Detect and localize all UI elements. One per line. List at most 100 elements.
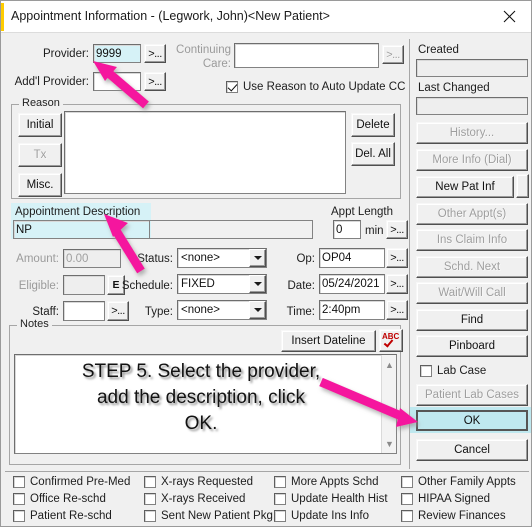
reason-del-all-button[interactable]: Del. All: [351, 142, 395, 166]
panel-divider: [409, 39, 410, 469]
reason-delete-button[interactable]: Delete: [351, 113, 395, 137]
created-value: [416, 59, 528, 77]
op-input[interactable]: OP04: [319, 248, 385, 268]
checkbox-box: [13, 510, 25, 522]
other-appts-button: Other Appt(s): [416, 203, 528, 225]
checkbox-label: More Appts Schd: [291, 476, 379, 488]
time-input[interactable]: 2:40pm: [319, 300, 385, 320]
provider-input[interactable]: 9999: [93, 44, 141, 63]
reason-group-label: Reason: [19, 98, 63, 109]
amount-label: Amount:: [16, 253, 59, 265]
find-button[interactable]: Find: [416, 309, 528, 331]
checkbox-label: Update Health Hist: [291, 493, 388, 505]
last-changed-value: [416, 97, 528, 115]
last-changed-label: Last Changed: [418, 82, 490, 94]
op-label: Op:: [296, 253, 315, 265]
checkbox-label: Sent New Patient Pkg: [161, 510, 273, 522]
addl-provider-label: Add'l Provider:: [14, 76, 89, 88]
window-title: Appointment Information - (Legwork, John…: [11, 9, 330, 23]
checkbox-patient-re-schd[interactable]: Patient Re-schd: [13, 510, 112, 522]
notes-textarea[interactable]: ▲ ▼: [14, 354, 397, 454]
abc-spellcheck-icon: ABC: [381, 332, 401, 350]
checkbox-hipaa-signed[interactable]: HIPAA Signed: [401, 493, 490, 505]
provider-browse-button[interactable]: >...: [144, 44, 166, 63]
checkbox-box: [144, 510, 156, 522]
checkbox-xrays-requested[interactable]: X-rays Requested: [144, 476, 253, 488]
continuing-care-input[interactable]: [234, 43, 379, 68]
status-combo[interactable]: <none>: [177, 248, 267, 268]
reason-tx-button: Tx: [18, 143, 62, 167]
appt-length-browse-button[interactable]: >...: [386, 220, 408, 239]
chevron-down-icon[interactable]: [249, 249, 266, 267]
schedule-combo[interactable]: FIXED: [177, 274, 267, 294]
addl-provider-input[interactable]: [93, 72, 141, 91]
lab-case-checkbox[interactable]: Lab Case: [420, 365, 486, 377]
time-label: Time:: [286, 306, 315, 318]
checkbox-box: [420, 365, 432, 377]
checkbox-review-finances[interactable]: Review Finances: [401, 510, 506, 522]
chevron-down-icon[interactable]: [249, 301, 266, 319]
spellcheck-button[interactable]: ABC: [379, 329, 403, 352]
checkbox-office-re-schd[interactable]: Office Re-schd: [13, 493, 106, 505]
type-value: <none>: [181, 304, 221, 316]
type-combo[interactable]: <none>: [177, 300, 267, 320]
ins-claim-info-button: Ins Claim Info: [416, 229, 528, 251]
reason-misc-button[interactable]: Misc.: [18, 173, 62, 197]
time-browse-button[interactable]: >...: [386, 300, 408, 320]
appt-length-input[interactable]: 0: [333, 220, 361, 239]
scroll-down-icon[interactable]: ▼: [382, 436, 396, 451]
appointment-information-window: Appointment Information - (Legwork, John…: [0, 0, 532, 527]
checkbox-xrays-received[interactable]: X-rays Received: [144, 493, 245, 505]
schedule-value: FIXED: [181, 278, 215, 290]
chevron-down-icon[interactable]: [249, 275, 266, 293]
new-pat-inf-button[interactable]: New Pat Inf: [416, 176, 514, 198]
checkbox-label: X-rays Received: [161, 493, 246, 505]
checkbox-label: Review Finances: [418, 510, 506, 522]
checkbox-box: [13, 493, 25, 505]
checkbox-label: Other Family Appts: [418, 476, 516, 488]
checkbox-box: [401, 493, 413, 505]
close-button[interactable]: [487, 1, 531, 32]
notes-group-label: Notes: [17, 319, 52, 330]
op-browse-button[interactable]: >...: [386, 248, 408, 268]
date-browse-button[interactable]: >...: [386, 274, 408, 294]
continuing-care-label-line1: Continuing: [176, 44, 231, 56]
appt-length-unit-label: min: [365, 225, 384, 237]
insert-dateline-button[interactable]: Insert Dateline: [281, 330, 376, 352]
reason-list[interactable]: [64, 111, 346, 194]
continuing-care-browse-button: >...: [382, 45, 404, 64]
checkbox-other-family-appts[interactable]: Other Family Appts: [401, 476, 516, 488]
checkbox-sent-new-patient-pkg[interactable]: Sent New Patient Pkg: [144, 510, 273, 522]
appointment-description-label: Appointment Description: [15, 206, 141, 218]
status-label: Status:: [137, 253, 173, 265]
notes-scrollbar[interactable]: ▲ ▼: [381, 355, 396, 453]
new-pat-inf-side-button[interactable]: [516, 174, 529, 198]
use-reason-auto-update-cc-checkbox[interactable]: Use Reason to Auto Update CC: [226, 81, 405, 93]
checkbox-update-ins-info[interactable]: Update Ins Info: [274, 510, 369, 522]
checkbox-box: [401, 476, 413, 488]
checkbox-update-health-hist[interactable]: Update Health Hist: [274, 493, 388, 505]
cancel-button[interactable]: Cancel: [416, 439, 528, 461]
checkbox-label: X-rays Requested: [161, 476, 254, 488]
footer-divider: [5, 471, 529, 472]
checkbox-label: Confirmed Pre-Med: [30, 476, 131, 488]
addl-provider-browse-button[interactable]: >...: [144, 72, 166, 91]
schedule-label: Schedule:: [121, 280, 173, 292]
checkbox-label: HIPAA Signed: [418, 493, 491, 505]
checkbox-box: [13, 476, 25, 488]
date-input[interactable]: 05/24/2021: [319, 274, 385, 294]
window-accent-stripe: [1, 3, 4, 31]
checkbox-box: [226, 81, 238, 93]
checkbox-confirmed-pre-med[interactable]: Confirmed Pre-Med: [13, 476, 130, 488]
appointment-description-input[interactable]: NP: [13, 220, 313, 239]
checkbox-box: [274, 476, 286, 488]
checkbox-more-appts-schd[interactable]: More Appts Schd: [274, 476, 379, 488]
status-value: <none>: [181, 252, 221, 264]
pinboard-button[interactable]: Pinboard: [416, 335, 528, 357]
scroll-up-icon[interactable]: ▲: [382, 357, 396, 372]
ok-button[interactable]: OK: [416, 410, 528, 431]
checkbox-box: [274, 510, 286, 522]
created-label: Created: [418, 44, 459, 56]
eligible-label: Eligible:: [18, 280, 59, 292]
reason-initial-button[interactable]: Initial: [18, 113, 62, 137]
